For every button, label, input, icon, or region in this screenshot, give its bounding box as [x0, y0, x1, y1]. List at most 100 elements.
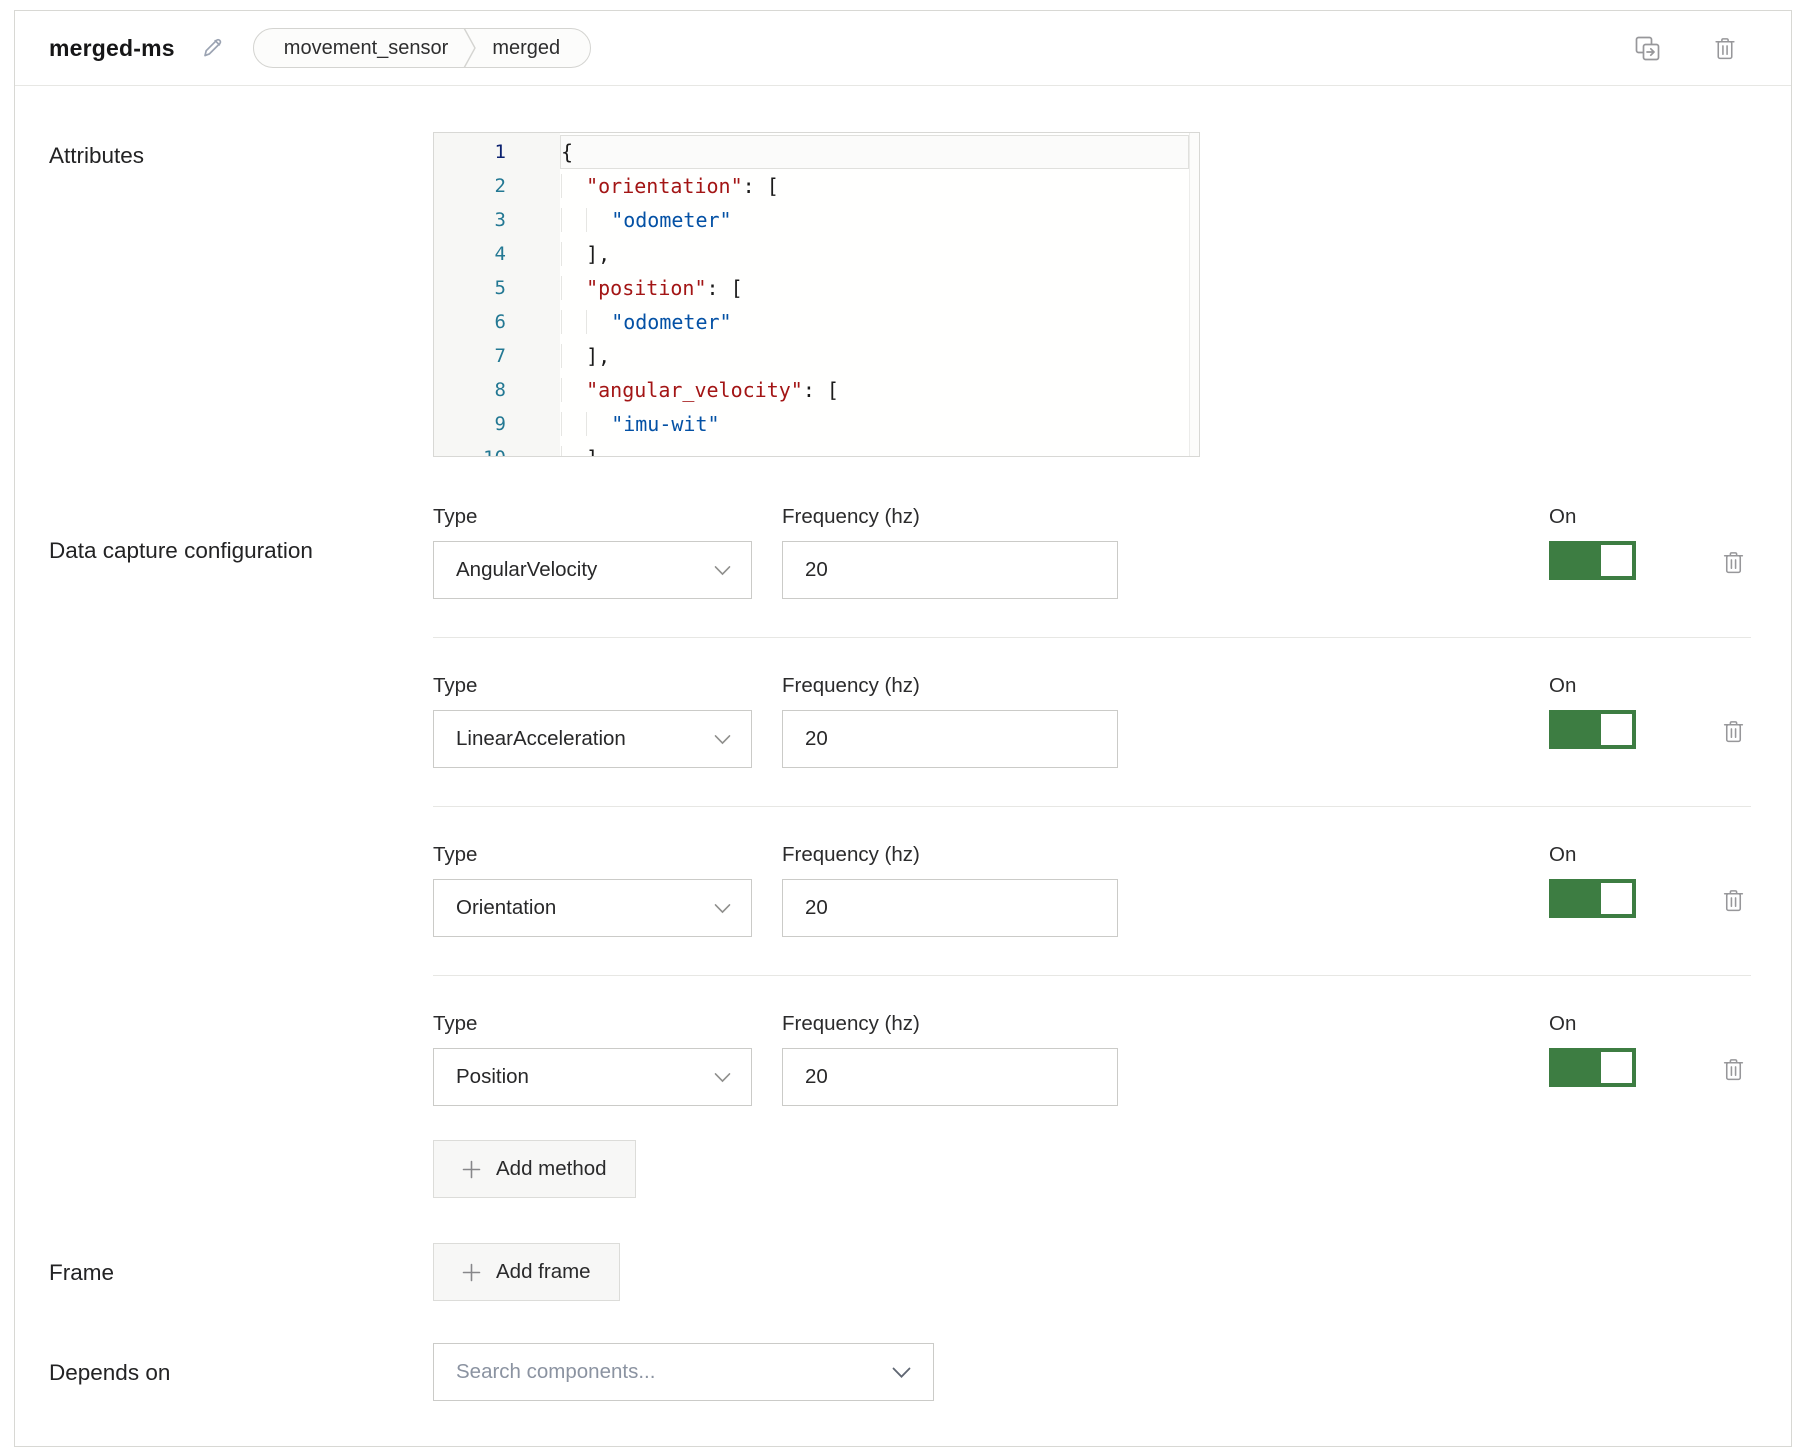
component-name: merged-ms — [49, 35, 175, 62]
frame-label: Frame — [49, 1254, 433, 1291]
type-label: Type — [433, 505, 752, 532]
code-line: 10 ], — [434, 441, 1199, 457]
add-frame-button[interactable]: Add frame — [433, 1243, 620, 1301]
capture-toggle[interactable] — [1549, 879, 1636, 918]
add-frame-label: Add frame — [496, 1260, 591, 1284]
code-line: 1{ — [434, 135, 1199, 169]
code-line: 8 "angular_velocity": [ — [434, 373, 1199, 407]
chevron-down-icon — [714, 565, 731, 576]
component-header: merged-ms movement_sensor merged — [15, 11, 1791, 86]
type-label: Type — [433, 843, 752, 870]
line-number: 7 — [434, 339, 560, 373]
chevron-right-icon — [463, 28, 477, 68]
toggle-knob — [1601, 883, 1632, 914]
frequency-input[interactable] — [782, 710, 1118, 768]
chevron-down-icon — [714, 903, 731, 914]
breadcrumb-type: movement_sensor — [284, 37, 449, 60]
frequency-label: Frequency (hz) — [782, 843, 1118, 870]
frequency-label: Frequency (hz) — [782, 674, 1118, 701]
delete-component-button[interactable] — [1713, 35, 1737, 62]
frequency-input[interactable] — [782, 541, 1118, 599]
pencil-icon — [199, 35, 225, 61]
line-number: 4 — [434, 237, 560, 271]
data-capture-row: Type LinearAcceleration Frequency (hz) — [433, 637, 1751, 806]
delete-method-button[interactable] — [1722, 1056, 1745, 1083]
line-number: 3 — [434, 203, 560, 237]
depends-on-label: Depends on — [49, 1354, 433, 1391]
duplicate-icon — [1634, 35, 1661, 62]
data-capture-row: Type Orientation Frequency (hz) — [433, 806, 1751, 975]
code-line: 4 ], — [434, 237, 1199, 271]
on-label: On — [1549, 843, 1636, 870]
rename-button[interactable] — [199, 35, 225, 61]
frame-section: Frame Add frame — [15, 1243, 1791, 1301]
line-number: 2 — [434, 169, 560, 203]
attributes-json-editor[interactable]: 1{2 "orientation": [3 "odometer"4 ],5 "p… — [433, 132, 1200, 457]
trash-icon — [1722, 1056, 1745, 1083]
on-label: On — [1549, 505, 1636, 532]
line-number: 10 — [434, 441, 560, 457]
code-line: 9 "imu-wit" — [434, 407, 1199, 441]
type-select-value: AngularVelocity — [456, 558, 597, 582]
plus-icon — [462, 1160, 481, 1179]
toggle-knob — [1601, 714, 1632, 745]
code-line: 5 "position": [ — [434, 271, 1199, 305]
line-number: 8 — [434, 373, 560, 407]
trash-icon — [1722, 549, 1745, 576]
code-line: 6 "odometer" — [434, 305, 1199, 339]
code-lines: 1{2 "orientation": [3 "odometer"4 ],5 "p… — [434, 133, 1199, 457]
code-line: 3 "odometer" — [434, 203, 1199, 237]
capture-toggle[interactable] — [1549, 541, 1636, 580]
line-number: 6 — [434, 305, 560, 339]
breadcrumb-model: merged — [492, 37, 560, 60]
line-number: 1 — [434, 135, 560, 169]
breadcrumb: movement_sensor merged — [253, 28, 591, 68]
delete-method-button[interactable] — [1722, 549, 1745, 576]
code-line: 2 "orientation": [ — [434, 169, 1199, 203]
on-label: On — [1549, 674, 1636, 701]
duplicate-button[interactable] — [1634, 35, 1661, 62]
capture-toggle[interactable] — [1549, 1048, 1636, 1087]
depends-on-section: Depends on Search components... — [15, 1343, 1791, 1401]
plus-icon — [462, 1263, 481, 1282]
component-card: merged-ms movement_sensor merged — [14, 10, 1792, 1447]
data-capture-label: Data capture configuration — [49, 532, 433, 1198]
frequency-label: Frequency (hz) — [782, 505, 1118, 532]
type-select[interactable]: Position — [433, 1048, 752, 1106]
line-number: 5 — [434, 271, 560, 305]
frequency-input[interactable] — [782, 1048, 1118, 1106]
line-number: 9 — [434, 407, 560, 441]
frequency-input[interactable] — [782, 879, 1118, 937]
type-select[interactable]: Orientation — [433, 879, 752, 937]
trash-icon — [1713, 35, 1737, 62]
chevron-down-icon — [714, 734, 731, 745]
type-select[interactable]: AngularVelocity — [433, 541, 752, 599]
chevron-down-icon — [714, 1072, 731, 1083]
on-label: On — [1549, 1012, 1636, 1039]
type-select-value: Position — [456, 1065, 529, 1089]
type-select-value: LinearAcceleration — [456, 727, 626, 751]
data-capture-row: Type AngularVelocity Frequency (hz) — [433, 505, 1751, 637]
trash-icon — [1722, 887, 1745, 914]
capture-toggle[interactable] — [1549, 710, 1636, 749]
chevron-down-icon — [892, 1367, 911, 1379]
type-select-value: Orientation — [456, 896, 556, 920]
depends-on-select[interactable]: Search components... — [433, 1343, 934, 1401]
frequency-label: Frequency (hz) — [782, 1012, 1118, 1039]
code-line: 7 ], — [434, 339, 1199, 373]
depends-on-placeholder: Search components... — [456, 1360, 655, 1384]
toggle-knob — [1601, 545, 1632, 576]
toggle-knob — [1601, 1052, 1632, 1083]
delete-method-button[interactable] — [1722, 887, 1745, 914]
type-label: Type — [433, 674, 752, 701]
attributes-label: Attributes — [49, 137, 433, 457]
add-method-button[interactable]: Add method — [433, 1140, 636, 1198]
type-label: Type — [433, 1012, 752, 1039]
data-capture-row: Type Position Frequency (hz) On — [433, 975, 1751, 1106]
attributes-section: Attributes 1{2 "orientation": [3 "odomet… — [15, 132, 1791, 457]
data-capture-section: Data capture configuration Type AngularV… — [15, 505, 1791, 1198]
type-select[interactable]: LinearAcceleration — [433, 710, 752, 768]
add-method-label: Add method — [496, 1157, 607, 1181]
delete-method-button[interactable] — [1722, 718, 1745, 745]
trash-icon — [1722, 718, 1745, 745]
